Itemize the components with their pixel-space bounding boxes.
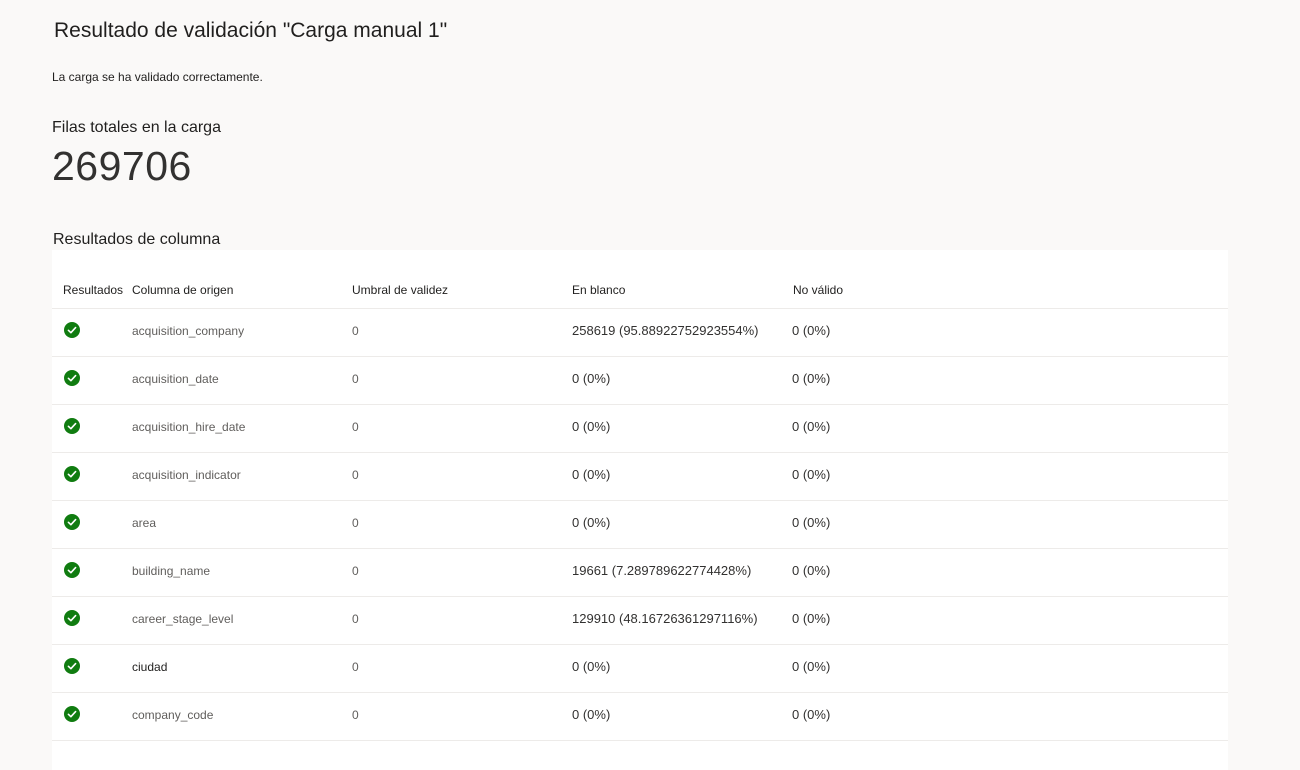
cell-blank: 0 (0%) xyxy=(572,515,611,530)
cell-source-column: building_name xyxy=(132,564,211,578)
success-check-icon xyxy=(64,418,80,434)
table-row[interactable]: acquisition_hire_date 0 0 (0%) 0 (0%) xyxy=(52,405,1228,453)
cell-threshold: 0 xyxy=(352,468,359,482)
cell-threshold: 0 xyxy=(352,564,359,578)
cell-invalid: 0 (0%) xyxy=(792,467,831,482)
table-row[interactable]: acquisition_company 0 258619 (95.8892275… xyxy=(52,309,1228,357)
cell-blank: 0 (0%) xyxy=(572,467,611,482)
cell-source-column: acquisition_date xyxy=(132,372,219,386)
column-results-title: Resultados de columna xyxy=(53,231,221,248)
success-check-icon xyxy=(64,610,80,626)
success-check-icon xyxy=(64,370,80,386)
header-threshold[interactable]: Umbral de validez xyxy=(352,283,448,297)
success-check-icon xyxy=(64,466,80,482)
cell-invalid: 0 (0%) xyxy=(792,563,831,578)
cell-blank: 0 (0%) xyxy=(572,419,611,434)
table-row[interactable]: acquisition_indicator 0 0 (0%) 0 (0%) xyxy=(52,453,1228,501)
cell-source-column: acquisition_indicator xyxy=(132,468,241,482)
cell-threshold: 0 xyxy=(352,324,359,338)
cell-source-column: acquisition_hire_date xyxy=(132,420,246,434)
table-row[interactable]: acquisition_date 0 0 (0%) 0 (0%) xyxy=(52,357,1228,405)
cell-threshold: 0 xyxy=(352,708,359,722)
header-source-column[interactable]: Columna de origen xyxy=(132,283,233,297)
cell-threshold: 0 xyxy=(352,516,359,530)
success-check-icon xyxy=(64,706,80,722)
success-check-icon xyxy=(64,514,80,530)
cell-invalid: 0 (0%) xyxy=(792,371,831,386)
table-row[interactable]: company_code 0 0 (0%) 0 (0%) xyxy=(52,693,1228,741)
total-rows-label: Filas totales en la carga xyxy=(52,119,221,136)
header-invalid[interactable]: No válido xyxy=(793,283,843,297)
table-row[interactable]: career_stage_level 0 129910 (48.16726361… xyxy=(52,597,1228,645)
cell-blank: 19661 (7.289789622774428%) xyxy=(572,563,752,578)
total-rows-value: 269706 xyxy=(52,143,192,189)
cell-invalid: 0 (0%) xyxy=(792,515,831,530)
header-results[interactable]: Resultados xyxy=(63,283,123,297)
column-results-table: Resultados Columna de origen Umbral de v… xyxy=(52,250,1228,770)
cell-invalid: 0 (0%) xyxy=(792,323,831,338)
cell-source-column: career_stage_level xyxy=(132,612,234,626)
page-title: Resultado de validación "Carga manual 1" xyxy=(54,19,448,42)
table-row[interactable]: area 0 0 (0%) 0 (0%) xyxy=(52,501,1228,549)
cell-source-column: acquisition_company xyxy=(132,324,245,338)
cell-blank: 258619 (95.88922752923554%) xyxy=(572,323,759,338)
cell-threshold: 0 xyxy=(352,420,359,434)
cell-threshold: 0 xyxy=(352,660,359,674)
cell-threshold: 0 xyxy=(352,372,359,386)
cell-blank: 0 (0%) xyxy=(572,659,611,674)
cell-blank: 0 (0%) xyxy=(572,707,611,722)
cell-blank: 129910 (48.16726361297116%) xyxy=(572,611,758,626)
cell-invalid: 0 (0%) xyxy=(792,659,831,674)
success-check-icon xyxy=(64,322,80,338)
table-row[interactable]: building_name 0 19661 (7.289789622774428… xyxy=(52,549,1228,597)
header-blank[interactable]: En blanco xyxy=(572,283,625,297)
success-check-icon xyxy=(64,658,80,674)
cell-invalid: 0 (0%) xyxy=(792,707,831,722)
cell-invalid: 0 (0%) xyxy=(792,611,831,626)
table-row[interactable]: ciudad 0 0 (0%) 0 (0%) xyxy=(52,645,1228,693)
cell-source-column: ciudad xyxy=(132,660,168,674)
cell-source-column: company_code xyxy=(132,708,214,722)
cell-invalid: 0 (0%) xyxy=(792,419,831,434)
cell-blank: 0 (0%) xyxy=(572,371,611,386)
status-message: La carga se ha validado correctamente. xyxy=(52,70,263,84)
table-header-row: Resultados Columna de origen Umbral de v… xyxy=(52,250,1228,309)
success-check-icon xyxy=(64,562,80,578)
cell-source-column: area xyxy=(132,516,157,530)
cell-threshold: 0 xyxy=(352,612,359,626)
